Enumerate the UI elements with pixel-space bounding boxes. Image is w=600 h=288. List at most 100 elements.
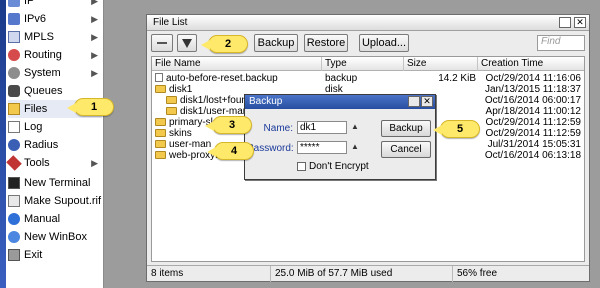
- time-cell: Oct/16/2014 06:00:17: [484, 95, 581, 106]
- dropdown-up-icon[interactable]: ▲: [351, 142, 359, 151]
- sidebar-item-label: New Terminal: [24, 177, 91, 189]
- sidebar-item-label: System: [24, 67, 61, 79]
- manual-icon: [8, 213, 20, 225]
- folder-icon: [166, 96, 177, 104]
- file-name: disk1/lost+found: [180, 95, 253, 106]
- sidebar-item-label: Routing: [24, 49, 62, 61]
- sidebar-item-make-supout[interactable]: Make Supout.rif: [8, 192, 102, 210]
- submenu-arrow-icon: ▶: [91, 13, 98, 24]
- sidebar-item-system[interactable]: System ▶: [8, 64, 102, 82]
- file-name-cell: auto-before-reset.backup: [155, 73, 322, 84]
- submenu-arrow-icon: ▶: [91, 31, 98, 42]
- dont-encrypt-option[interactable]: Don't Encrypt: [297, 161, 369, 172]
- sidebar-item-ip[interactable]: IP ▶: [8, 0, 102, 10]
- dialog-cancel-button[interactable]: Cancel: [381, 141, 431, 158]
- time-cell: Oct/29/2014 11:16:06: [485, 73, 581, 84]
- table-row[interactable]: auto-before-reset.backup backup 14.2 KiB…: [152, 73, 584, 84]
- size-cell: 14.2 KiB: [438, 73, 476, 84]
- password-field[interactable]: *****: [297, 141, 347, 154]
- tools-icon: [6, 155, 22, 171]
- dialog-title: Backup: [249, 96, 283, 107]
- folder-icon: [155, 85, 166, 93]
- dropdown-up-icon[interactable]: ▲: [351, 122, 359, 131]
- remove-button[interactable]: [151, 34, 173, 52]
- sidebar-item-label: New WinBox: [24, 231, 87, 243]
- callout-step-5: 5: [433, 120, 480, 138]
- sidebar-item-label: Make Supout.rif: [24, 195, 102, 207]
- submenu-arrow-icon: ▶: [91, 49, 98, 60]
- sidebar-item-radius[interactable]: Radius: [8, 136, 102, 154]
- name-field[interactable]: dk1: [297, 121, 347, 134]
- find-input[interactable]: Find: [537, 35, 585, 51]
- close-icon[interactable]: ✕: [574, 17, 586, 28]
- sidebar-item-new-winbox[interactable]: New WinBox: [8, 228, 102, 246]
- callout-step-2: 2: [201, 35, 248, 53]
- file-icon: [155, 73, 163, 82]
- name-label: Name:: [263, 123, 293, 134]
- callout-step-3: 3: [205, 116, 252, 134]
- sidebar-item-mpls[interactable]: MPLS ▶: [8, 28, 102, 46]
- folder-icon: [166, 107, 177, 115]
- sidebar-item-tools[interactable]: Tools ▶: [6, 154, 102, 172]
- maximize-icon[interactable]: [408, 96, 420, 107]
- sidebar-item-manual[interactable]: Manual: [8, 210, 102, 228]
- ipv6-icon: [8, 13, 20, 25]
- submenu-arrow-icon: ▶: [91, 157, 98, 168]
- time-cell: Apr/18/2014 11:00:12: [485, 106, 581, 117]
- exit-icon: [8, 249, 20, 261]
- close-icon[interactable]: ✕: [421, 96, 433, 107]
- folder-icon: [155, 118, 166, 126]
- queues-icon: [8, 85, 20, 97]
- time-cell: Oct/16/2014 06:13:18: [484, 150, 581, 161]
- restore-button[interactable]: Restore: [304, 34, 348, 52]
- sidebar-item-routing[interactable]: Routing ▶: [8, 46, 102, 64]
- gear-icon: [8, 67, 20, 79]
- sidebar-item-label: Manual: [24, 213, 61, 225]
- filter-icon: [182, 38, 192, 48]
- sidebar-item-label: Queues: [24, 85, 63, 97]
- sidebar-item-label: Radius: [24, 139, 59, 151]
- terminal-icon: [8, 177, 20, 189]
- column-type[interactable]: Type: [322, 57, 404, 71]
- backup-button[interactable]: Backup: [254, 34, 298, 52]
- table-header: File Name Type Size Creation Time: [152, 57, 584, 71]
- column-file-name[interactable]: File Name: [152, 57, 322, 71]
- sidebar-item-new-terminal[interactable]: New Terminal: [8, 174, 102, 192]
- sidebar-item-label: IP: [24, 0, 35, 7]
- folder-icon: [155, 129, 166, 137]
- file-name: auto-before-reset.backup: [166, 73, 278, 84]
- dialog-backup-button[interactable]: Backup: [381, 120, 431, 137]
- sidebar-item-exit[interactable]: Exit: [8, 246, 102, 264]
- folder-icon: [155, 140, 166, 148]
- sidebar-item-log[interactable]: Log: [8, 118, 102, 136]
- callout-step-4: 4: [207, 142, 254, 160]
- maximize-icon[interactable]: [559, 17, 571, 28]
- sidebar-menu: IP ▶ IPv6 ▶ MPLS ▶ Routing ▶ System ▶ Qu…: [0, 0, 104, 288]
- sidebar-item-label: Files: [24, 103, 48, 115]
- sidebar-item-label: IPv6: [24, 13, 47, 25]
- dont-encrypt-checkbox[interactable]: [297, 162, 306, 171]
- status-bar: 8 items 25.0 MiB of 57.7 MiB used 56% fr…: [147, 265, 589, 282]
- supout-icon: [8, 195, 20, 207]
- window-title: File List: [153, 17, 188, 28]
- time-cell: Jul/31/2014 15:05:31: [487, 139, 581, 150]
- disk-free: 56% free: [457, 268, 498, 279]
- filter-button[interactable]: [177, 34, 197, 52]
- dialog-titlebar[interactable]: Backup: [245, 95, 435, 109]
- winbox-icon: [8, 231, 20, 243]
- log-icon: [8, 121, 20, 133]
- sidebar-strip: [0, 0, 6, 288]
- folder-icon: [8, 103, 20, 115]
- time-cell: Oct/29/2014 11:12:59: [485, 128, 581, 139]
- file-name: disk1: [169, 84, 193, 95]
- sidebar-item-ipv6[interactable]: IPv6 ▶: [8, 10, 102, 28]
- column-size[interactable]: Size: [404, 57, 478, 71]
- time-cell: Oct/29/2014 11:12:59: [485, 117, 581, 128]
- file-list-titlebar[interactable]: File List: [147, 15, 589, 31]
- routing-icon: [8, 49, 20, 61]
- dont-encrypt-label: Don't Encrypt: [309, 161, 369, 172]
- type-cell: backup: [325, 73, 358, 84]
- minus-icon: [157, 42, 167, 44]
- column-creation-time[interactable]: Creation Time: [478, 57, 584, 71]
- upload-button[interactable]: Upload...: [359, 34, 409, 52]
